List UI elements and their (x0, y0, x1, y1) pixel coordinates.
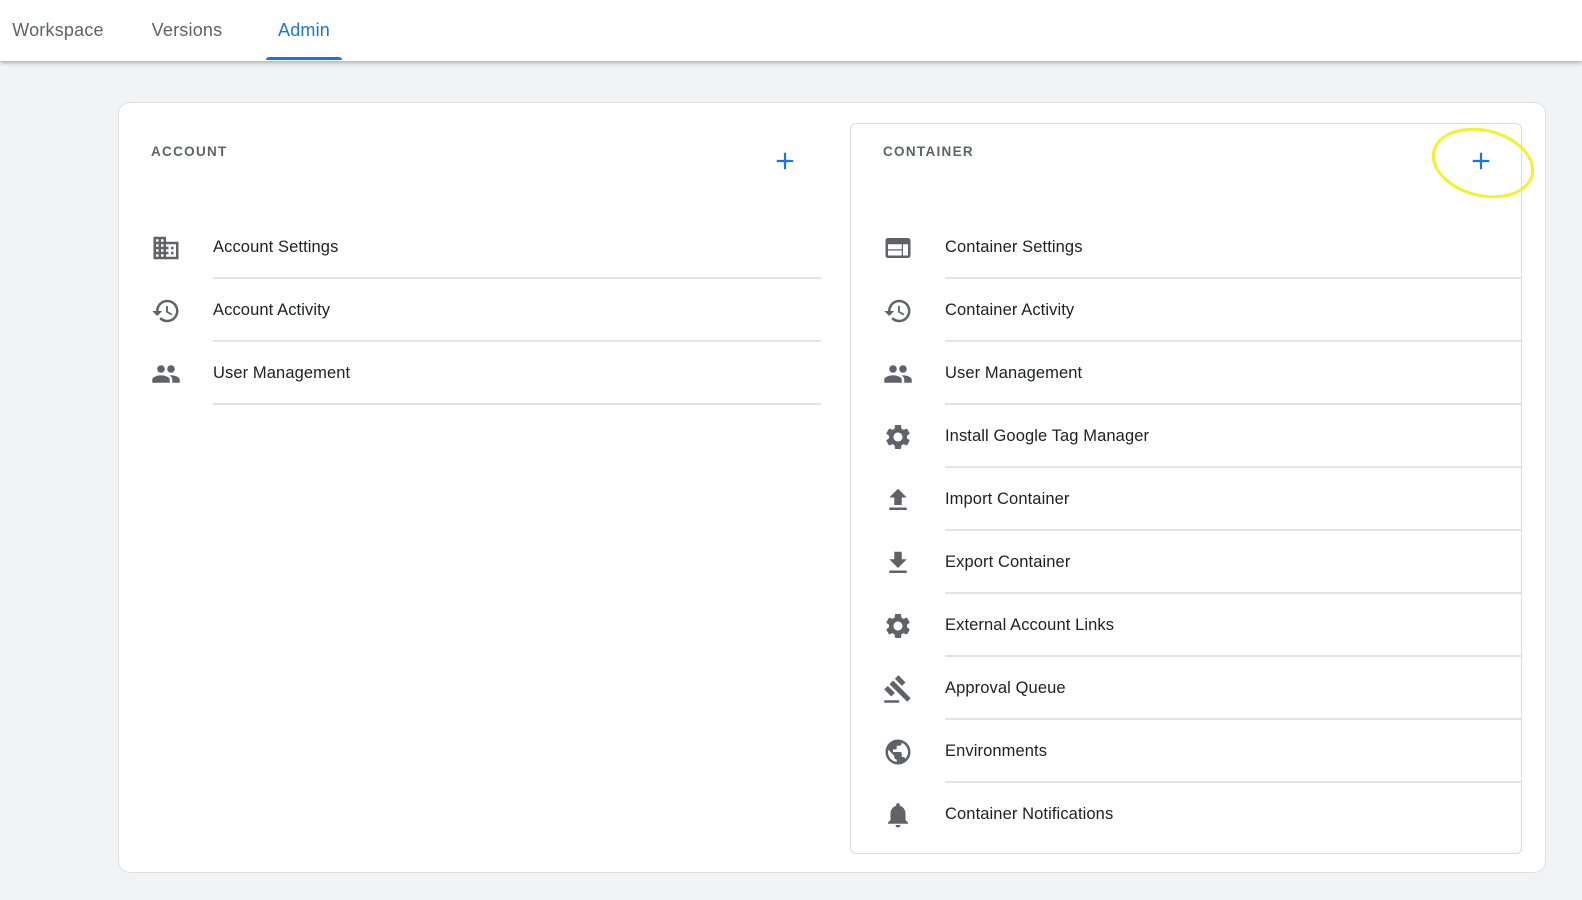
menu-item-label: Account Activity (213, 301, 331, 319)
container-item-approval-queue[interactable]: Approval Queue (851, 657, 1521, 720)
container-item-environments[interactable]: Environments (851, 720, 1521, 783)
gavel-icon (883, 674, 913, 704)
plus-icon (776, 152, 794, 170)
tab-admin[interactable]: Admin (266, 0, 342, 61)
gear-icon (883, 422, 913, 452)
admin-card: ACCOUNT Account Settings Account Activity… (118, 102, 1546, 873)
tab-versions[interactable]: Versions (142, 0, 232, 61)
container-item-container-settings[interactable]: Container Settings (851, 216, 1521, 279)
container-item-external-account-links[interactable]: External Account Links (851, 594, 1521, 657)
menu-item-label: User Management (945, 364, 1083, 382)
menu-item-label: Install Google Tag Manager (945, 427, 1150, 445)
web-layout-icon (883, 233, 913, 263)
container-item-container-notifications[interactable]: Container Notifications (851, 783, 1521, 846)
divider (213, 403, 821, 405)
menu-item-label: External Account Links (945, 616, 1115, 634)
account-menu: Account Settings Account Activity User Man… (119, 216, 839, 405)
account-title: ACCOUNT (151, 144, 228, 159)
account-panel: ACCOUNT Account Settings Account Activity… (119, 103, 839, 872)
menu-item-label: Approval Queue (945, 679, 1066, 697)
upload-icon (883, 485, 913, 515)
add-account-button[interactable] (767, 143, 803, 179)
menu-item-label: Account Settings (213, 238, 339, 256)
download-icon (883, 548, 913, 578)
container-item-install-google-tag-manager[interactable]: Install Google Tag Manager (851, 405, 1521, 468)
menu-item-label: Container Settings (945, 238, 1083, 256)
tab-workspace[interactable]: Workspace (4, 0, 112, 61)
menu-item-label: Environments (945, 742, 1048, 760)
people-icon (883, 359, 913, 389)
plus-icon (1472, 152, 1490, 170)
account-item-account-activity[interactable]: Account Activity (119, 279, 839, 342)
container-item-container-activity[interactable]: Container Activity (851, 279, 1521, 342)
container-item-import-container[interactable]: Import Container (851, 468, 1521, 531)
container-title: CONTAINER (883, 144, 974, 159)
bell-icon (883, 800, 913, 830)
history-icon (151, 296, 181, 326)
container-panel: CONTAINER Container Settings Container Ac… (850, 117, 1542, 854)
container-item-user-management[interactable]: User Management (851, 342, 1521, 405)
container-item-export-container[interactable]: Export Container (851, 531, 1521, 594)
menu-item-label: Import Container (945, 490, 1070, 508)
gear-icon (883, 611, 913, 641)
add-container-button[interactable] (1463, 143, 1499, 179)
history-icon (883, 296, 913, 326)
menu-item-label: Container Activity (945, 301, 1075, 319)
menu-item-label: User Management (213, 364, 351, 382)
account-item-user-management[interactable]: User Management (119, 342, 839, 405)
account-item-account-settings[interactable]: Account Settings (119, 216, 839, 279)
building-icon (151, 233, 181, 263)
people-icon (151, 359, 181, 389)
top-nav-bar: Workspace Versions Admin (0, 0, 1582, 61)
menu-item-label: Container Notifications (945, 805, 1114, 823)
globe-icon (883, 737, 913, 767)
container-menu: Container Settings Container Activity User… (851, 216, 1521, 846)
menu-item-label: Export Container (945, 553, 1071, 571)
